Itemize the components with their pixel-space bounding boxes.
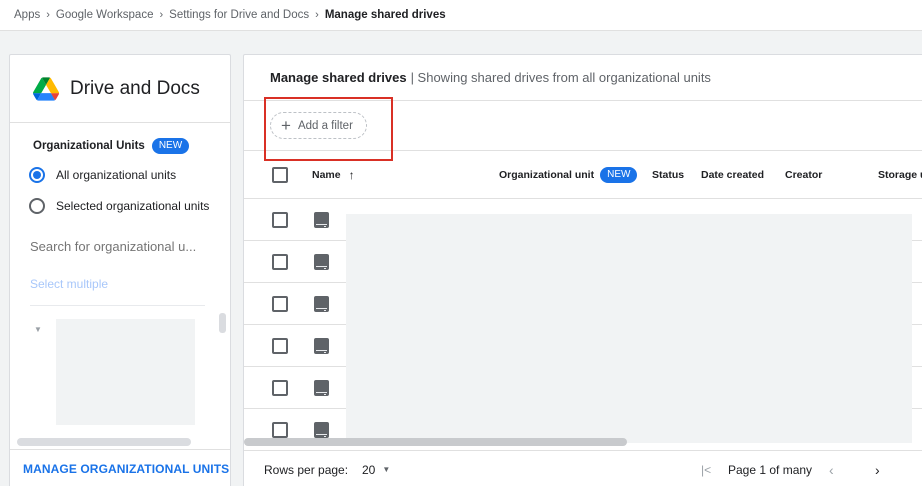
breadcrumb: Apps › Google Workspace › Settings for D… xyxy=(0,0,922,31)
google-drive-logo xyxy=(33,76,59,101)
rows-per-page-value: 20 xyxy=(362,462,376,477)
shared-drive-icon xyxy=(314,421,329,438)
filter-bar: + Add a filter xyxy=(244,101,922,151)
new-badge: NEW xyxy=(151,138,190,154)
column-name-label: Name xyxy=(312,168,341,181)
tree-expand-icon[interactable]: ▼ xyxy=(34,325,42,334)
row-checkbox[interactable] xyxy=(272,379,288,396)
vertical-scrollbar[interactable] xyxy=(219,313,226,333)
column-creator[interactable]: Creator xyxy=(785,169,822,181)
panel-header: Drive and Docs xyxy=(10,55,230,123)
chevron-right-icon: › xyxy=(315,9,319,21)
horizontal-scrollbar[interactable] xyxy=(17,438,191,446)
column-date-created[interactable]: Date created xyxy=(701,169,764,181)
panel-title: Drive and Docs xyxy=(70,77,200,99)
table-header: Name ↑ Organizational unit NEW Status Da… xyxy=(244,151,922,199)
column-org-unit-label: Organizational unit xyxy=(499,168,595,181)
shared-drives-panel: Manage shared drives | Showing shared dr… xyxy=(243,54,922,486)
page-title: Manage shared drives xyxy=(270,70,407,85)
breadcrumb-settings-drive-docs[interactable]: Settings for Drive and Docs xyxy=(169,9,309,21)
plus-icon: + xyxy=(281,116,291,135)
rows-per-page-select[interactable]: 20 ▼ xyxy=(362,463,390,477)
org-unit-panel: Drive and Docs Organizational Units NEW … xyxy=(9,54,231,486)
org-units-heading: Organizational Units NEW xyxy=(10,133,230,159)
radio-checked-icon[interactable] xyxy=(29,166,45,183)
row-checkbox[interactable] xyxy=(272,295,288,312)
select-all-checkbox[interactable] xyxy=(272,166,288,183)
row-checkbox[interactable] xyxy=(272,211,288,228)
shared-drive-icon xyxy=(314,253,329,270)
column-status[interactable]: Status xyxy=(652,169,684,181)
radio-selected-label: Selected organizational units xyxy=(56,198,210,213)
radio-all-label: All organizational units xyxy=(56,167,177,182)
pagination-bar: Rows per page: 20 ▼ |< Page 1 of many ‹ … xyxy=(244,452,922,486)
rows-per-page-label: Rows per page: xyxy=(264,462,349,477)
divider xyxy=(30,305,205,306)
chevron-right-icon: › xyxy=(159,9,164,21)
org-tree-loading-placeholder xyxy=(56,319,195,425)
select-multiple-link[interactable]: Select multiple xyxy=(30,277,108,291)
rows-loading-placeholder xyxy=(346,214,912,443)
radio-selected-org-units[interactable]: Selected organizational units xyxy=(10,190,230,221)
column-name[interactable]: Name ↑ xyxy=(312,168,355,182)
chevron-right-icon: › xyxy=(46,9,50,21)
row-checkbox[interactable] xyxy=(272,253,288,270)
row-checkbox[interactable] xyxy=(272,337,288,354)
org-units-label: Organizational Units xyxy=(33,140,145,152)
first-page-icon[interactable]: |< xyxy=(701,463,711,477)
page-indicator: Page 1 of many xyxy=(728,462,813,477)
breadcrumb-google-workspace[interactable]: Google Workspace xyxy=(56,9,154,21)
panel-header: Manage shared drives | Showing shared dr… xyxy=(244,55,922,101)
arrow-up-icon[interactable]: ↑ xyxy=(349,168,355,182)
shared-drive-icon xyxy=(314,337,329,354)
shared-drive-icon xyxy=(314,211,329,228)
column-org-unit[interactable]: Organizational unit NEW xyxy=(499,166,638,183)
radio-unchecked-icon[interactable] xyxy=(29,197,45,214)
caret-down-icon: ▼ xyxy=(382,465,391,474)
add-filter-label: Add a filter xyxy=(297,119,353,132)
shared-drive-icon xyxy=(314,379,329,396)
column-storage[interactable]: Storage u xyxy=(878,169,922,181)
new-badge: NEW xyxy=(600,166,638,183)
chevron-left-icon[interactable]: ‹ xyxy=(829,462,834,478)
row-checkbox[interactable] xyxy=(272,421,288,438)
shared-drive-icon xyxy=(314,295,329,312)
add-filter-button[interactable]: + Add a filter xyxy=(270,112,367,139)
manage-org-units-link[interactable]: MANAGE ORGANIZATIONAL UNITS xyxy=(10,449,230,486)
breadcrumb-current: Manage shared drives xyxy=(324,9,446,21)
page-subtitle: | Showing shared drives from all organiz… xyxy=(410,70,711,85)
org-unit-search-input[interactable] xyxy=(30,239,210,254)
horizontal-scrollbar[interactable] xyxy=(244,438,627,446)
breadcrumb-apps[interactable]: Apps xyxy=(14,9,40,21)
radio-all-org-units[interactable]: All organizational units xyxy=(10,159,230,190)
chevron-right-icon[interactable]: › xyxy=(875,462,880,478)
